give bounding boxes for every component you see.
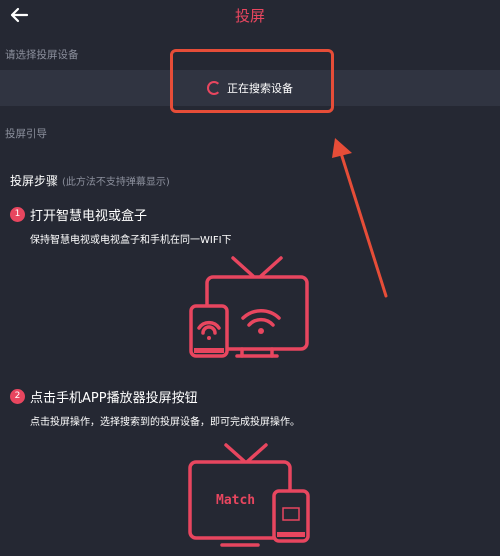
header: 投屏 (0, 0, 500, 34)
step-number-2: 2 (10, 389, 25, 404)
step-2-title: 点击手机APP播放器投屏按钮 (30, 391, 198, 406)
annotation-arrow (332, 138, 388, 298)
device-select-label: 请选择投屏设备 (5, 49, 79, 61)
step-2-description: 点击投屏操作，选择搜索到的投屏设备，即可完成投屏操作。 (30, 417, 300, 428)
tv-phone-wifi-illustration (189, 256, 309, 358)
tv-phone-cast-illustration: Match (188, 443, 310, 547)
guide-label: 投屏引导 (5, 128, 47, 140)
step-1-description: 保持智慧电视或电视盒子和手机在同一WIFI下 (30, 235, 232, 246)
step-1-title: 打开智慧电视或盒子 (30, 209, 148, 224)
annotation-highlight-box (170, 49, 334, 113)
steps-note: (此方法不支持弹幕显示) (62, 177, 170, 188)
steps-title: 投屏步骤 (此方法不支持弹幕显示) (10, 172, 170, 189)
steps-title-text: 投屏步骤 (10, 174, 59, 188)
tv-screen-text: Match (216, 493, 255, 508)
step-number-1: 1 (10, 207, 25, 222)
page-title: 投屏 (234, 7, 265, 25)
